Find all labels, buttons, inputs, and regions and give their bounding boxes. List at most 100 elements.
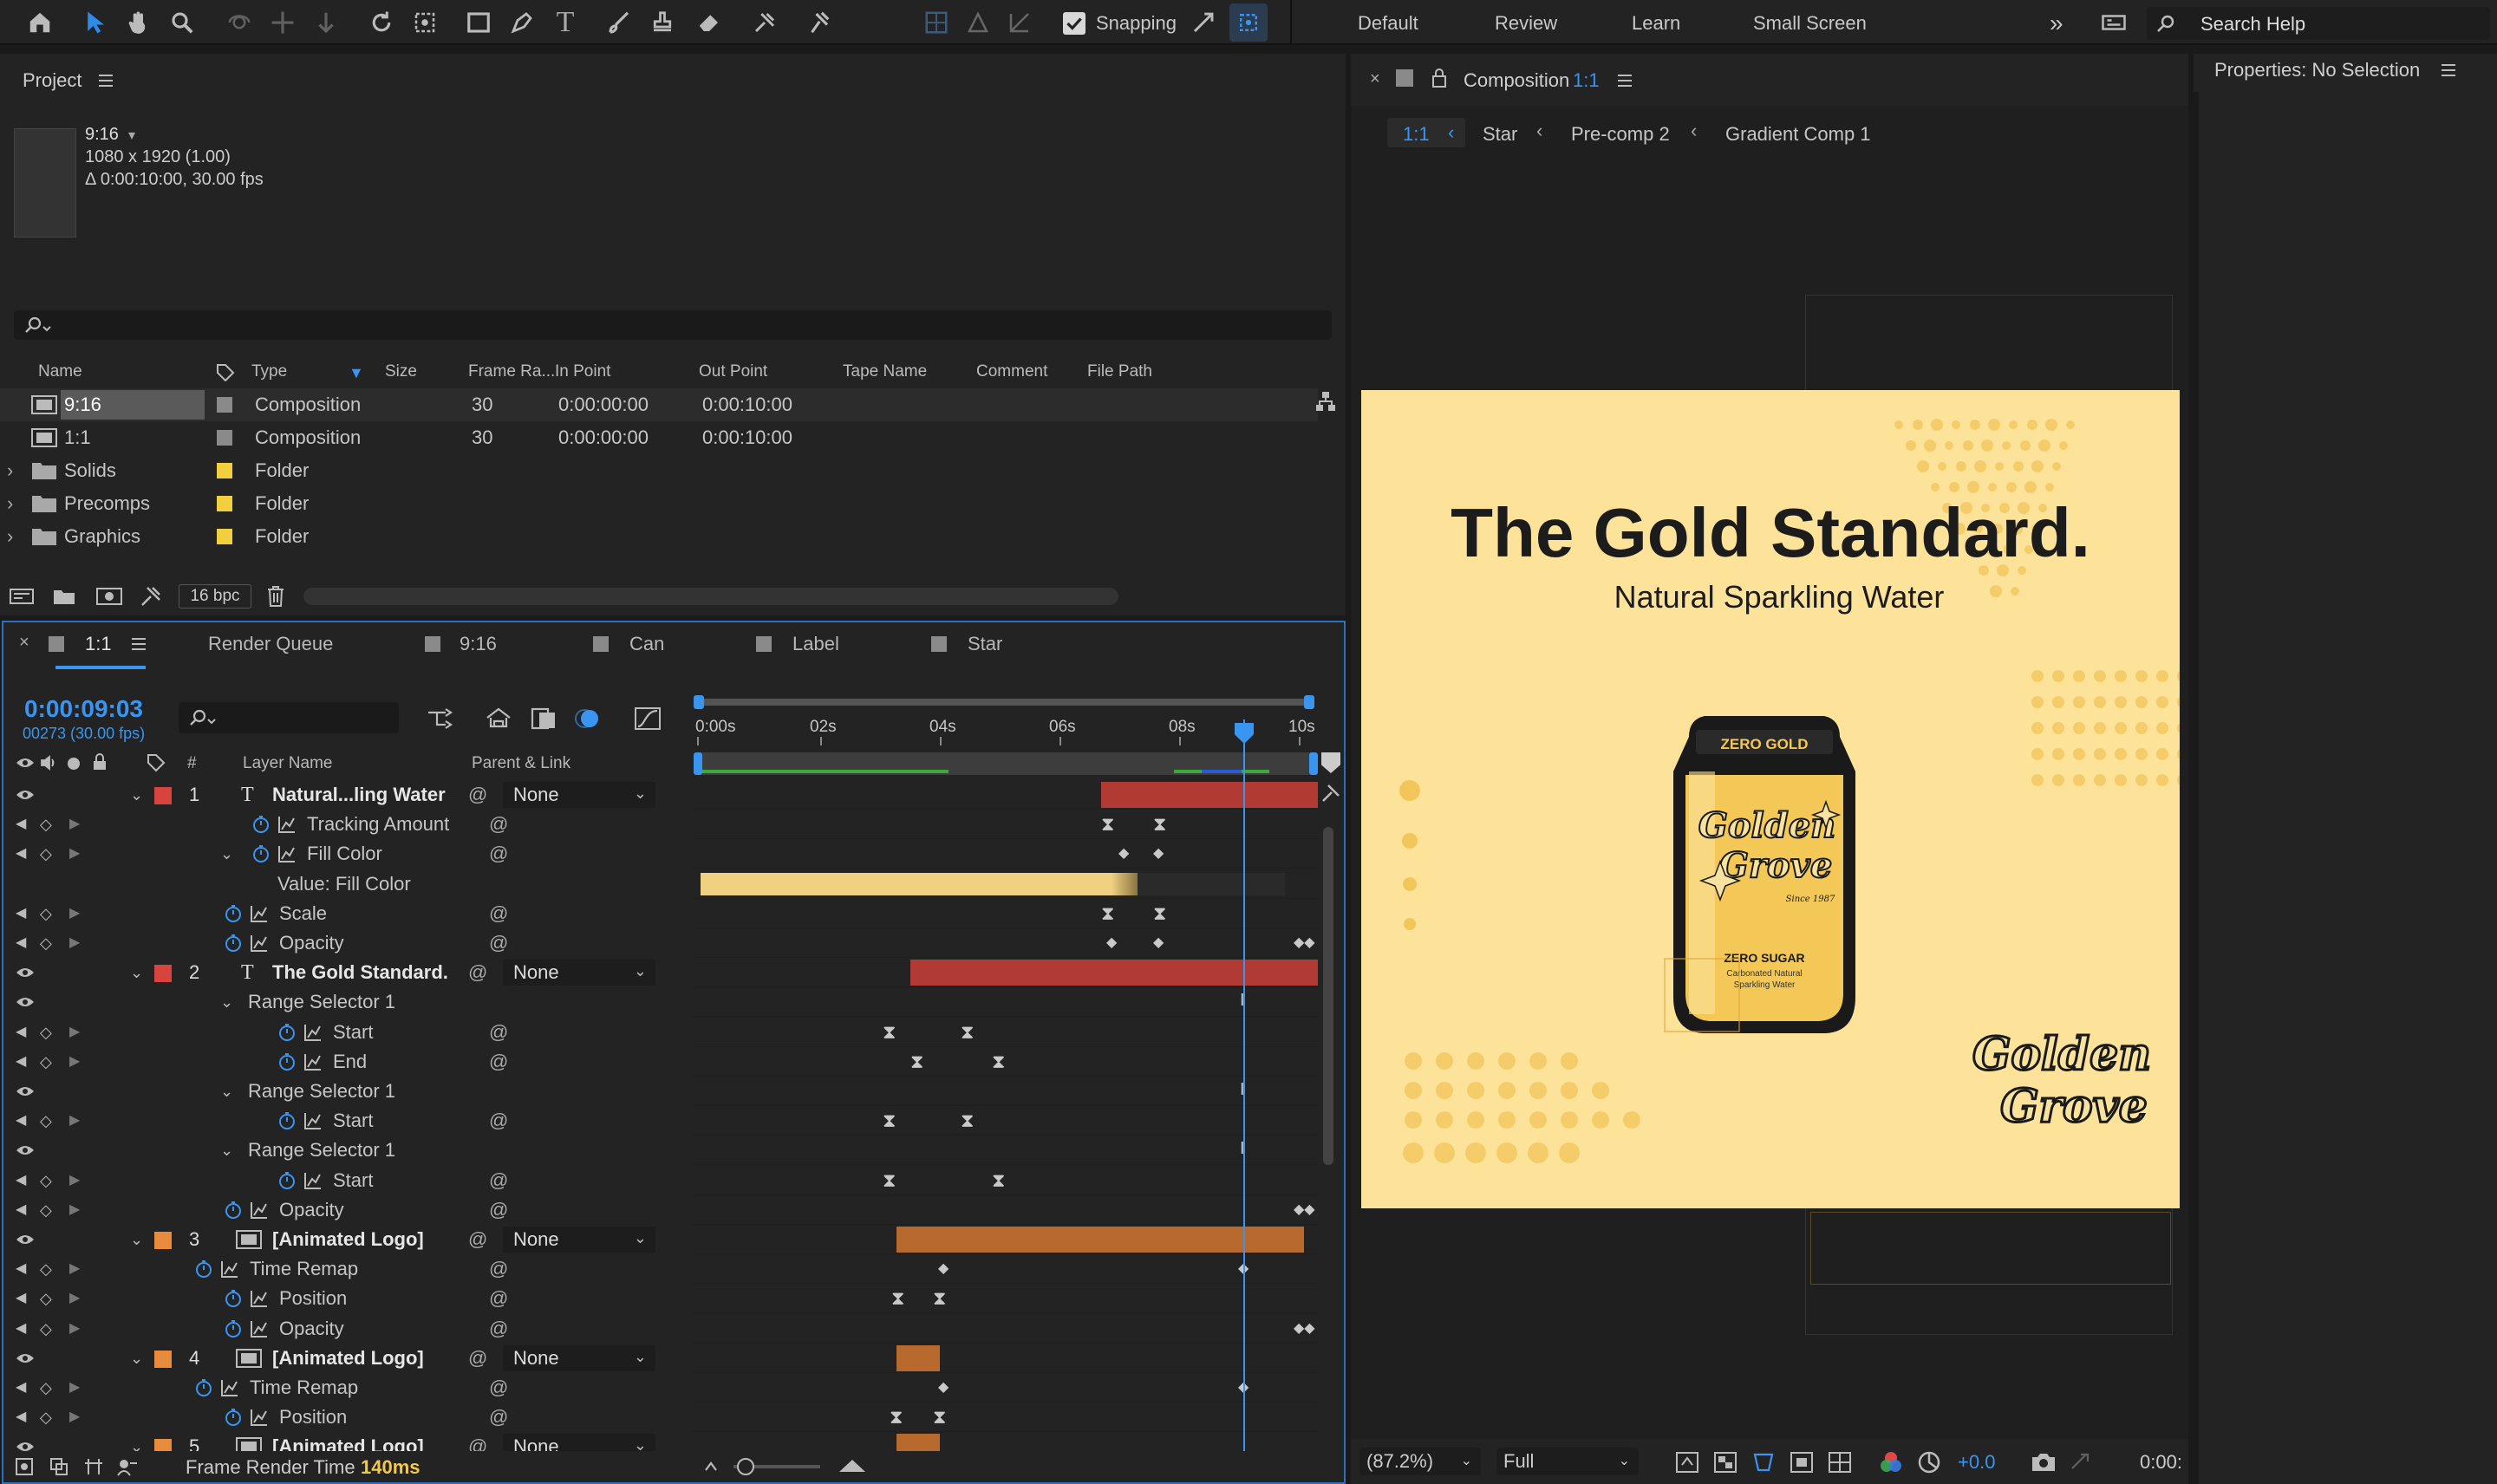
- track-row[interactable]: I: [694, 987, 1318, 1017]
- panel-menu-icon[interactable]: [1616, 73, 1633, 88]
- panel-menu-icon[interactable]: [2440, 62, 2457, 78]
- add-keyframe-icon[interactable]: ◇: [40, 899, 52, 928]
- property-group-name[interactable]: Range Selector 1: [248, 1136, 395, 1165]
- property-group-name[interactable]: Range Selector 1: [248, 987, 395, 1017]
- workspace-review[interactable]: Review: [1495, 0, 1557, 45]
- chevron-down-icon[interactable]: ⌄: [220, 839, 233, 869]
- layer-duration-bar[interactable]: [896, 1345, 940, 1371]
- layer-duration-bar[interactable]: [910, 960, 1318, 986]
- graph-icon[interactable]: [303, 1171, 323, 1190]
- keyframe-marker[interactable]: ◆◆: [1294, 1201, 1315, 1219]
- keyframe-marker[interactable]: ⧗: [1153, 904, 1166, 923]
- workspace-default[interactable]: Default: [1358, 0, 1418, 45]
- color-channels-icon[interactable]: [1878, 1449, 1904, 1475]
- mask-visibility-icon[interactable]: [1751, 1451, 1776, 1474]
- show-snapshot-icon[interactable]: [2069, 1451, 2093, 1474]
- col-file-path[interactable]: File Path: [1087, 362, 1152, 381]
- graph-icon[interactable]: [250, 904, 269, 923]
- add-keyframe-icon[interactable]: ◇: [40, 839, 52, 869]
- keyframe-marker[interactable]: ◆◆: [1294, 1320, 1315, 1338]
- timeline-scrollbar[interactable]: [1320, 806, 1339, 1451]
- exposure-value[interactable]: +0.0: [1958, 1451, 1995, 1474]
- audio-switch-icon[interactable]: [40, 754, 57, 771]
- pickwhip-icon[interactable]: @: [489, 1106, 508, 1136]
- next-keyframe-icon[interactable]: ▶: [69, 1284, 80, 1313]
- label-tag-icon[interactable]: [215, 362, 236, 381]
- chevron-right-icon[interactable]: ›: [7, 454, 13, 487]
- property-name[interactable]: Tracking Amount: [307, 810, 449, 839]
- keyframe-marker[interactable]: ⧗: [933, 1408, 946, 1427]
- transfer-controls-icon[interactable]: [49, 1456, 69, 1477]
- visibility-eye-icon[interactable]: [16, 967, 35, 979]
- keyframe-marker[interactable]: ⧗: [890, 1408, 903, 1427]
- guides-grid-icon[interactable]: [1828, 1451, 1852, 1474]
- property-row[interactable]: ⌄ Range Selector 1: [3, 987, 688, 1017]
- timeline-tracks[interactable]: ⧗⧗◆◆⧗⧗◆◆◆◆I⧗⧗⧗⧗I⧗⧗I⧗⧗◆◆◆◆⧗⧗◆◆◆◆⧗⧗: [694, 780, 1318, 1451]
- motion-blur-icon[interactable]: [572, 706, 602, 732]
- col-parent-link[interactable]: Parent & Link: [472, 754, 570, 773]
- time-ruler[interactable]: 0:00s 02s 04s 06s 08s 10s: [694, 713, 1321, 747]
- col-in-point[interactable]: In Point: [555, 362, 610, 381]
- col-type[interactable]: Type: [251, 362, 287, 381]
- next-keyframe-icon[interactable]: ▶: [69, 899, 80, 928]
- parent-dropdown[interactable]: None ⌄: [503, 960, 655, 986]
- pickwhip-icon[interactable]: @: [489, 899, 508, 928]
- property-row[interactable]: ◀ ◇ ▶ Start @: [3, 1018, 688, 1047]
- property-row[interactable]: ◀ ◇ ▶ Opacity @: [3, 928, 688, 958]
- layer-label-swatch[interactable]: [154, 1351, 172, 1368]
- flowchart-icon[interactable]: [1314, 390, 1337, 413]
- stopwatch-icon[interactable]: [277, 1052, 297, 1071]
- keyframe-marker[interactable]: ⧗: [883, 1171, 896, 1190]
- more-workspaces-icon[interactable]: »: [2050, 0, 2063, 45]
- parent-dropdown[interactable]: None ⌄: [503, 782, 655, 808]
- pickwhip-icon[interactable]: @: [489, 839, 508, 869]
- prev-keyframe-icon[interactable]: ◀: [16, 1403, 26, 1432]
- col-frame-rate[interactable]: Frame Ra...: [468, 362, 555, 381]
- next-keyframe-icon[interactable]: ▶: [69, 1106, 80, 1136]
- layer-duration-bar[interactable]: [1101, 782, 1318, 808]
- zoom-dropdown[interactable]: (87.2%) ⌄: [1359, 1448, 1481, 1475]
- col-name[interactable]: Name: [38, 362, 82, 381]
- close-tab-icon[interactable]: ×: [1370, 69, 1380, 89]
- add-keyframe-icon[interactable]: ◇: [40, 1314, 52, 1344]
- add-keyframe-icon[interactable]: ◇: [40, 1018, 52, 1047]
- tab-can[interactable]: Can: [629, 633, 664, 655]
- search-help-field[interactable]: Search Help: [2147, 7, 2490, 40]
- project-item[interactable]: › Graphics Folder: [0, 520, 1318, 553]
- add-keyframe-icon[interactable]: ◇: [40, 928, 52, 958]
- property-row[interactable]: ◀ ◇ ▶ Tracking Amount @: [3, 810, 688, 839]
- property-name[interactable]: Fill Color: [307, 839, 382, 869]
- pickwhip-icon[interactable]: @: [468, 958, 487, 987]
- add-keyframe-icon[interactable]: ◇: [40, 1166, 52, 1195]
- pickwhip-icon[interactable]: @: [489, 1284, 508, 1313]
- track-row[interactable]: [694, 780, 1318, 810]
- track-row[interactable]: ⧗ ⧗: [694, 899, 1318, 928]
- pen-tool-icon[interactable]: [503, 3, 541, 42]
- workspace-learn[interactable]: Learn: [1632, 0, 1680, 45]
- prev-keyframe-icon[interactable]: ◀: [16, 1373, 26, 1403]
- prev-keyframe-icon[interactable]: ◀: [16, 899, 26, 928]
- property-name[interactable]: Time Remap: [250, 1373, 358, 1403]
- keyframe-marker[interactable]: ⧗: [933, 1289, 946, 1308]
- align-grid-icon[interactable]: [917, 3, 955, 42]
- property-row[interactable]: ◀ ◇ ▶ Opacity @: [3, 1314, 688, 1344]
- visibility-eye-icon[interactable]: [16, 1352, 35, 1364]
- timeline-zoom-slider[interactable]: [733, 1458, 820, 1475]
- prev-keyframe-icon[interactable]: ◀: [16, 1314, 26, 1344]
- orbit-tool-icon[interactable]: [220, 3, 258, 42]
- fast-previews-icon[interactable]: [1675, 1451, 1699, 1474]
- chevron-down-icon[interactable]: ⌄: [220, 1136, 233, 1165]
- property-row[interactable]: ◀ ◇ ▶ ⌄ Fill Color @: [3, 839, 688, 869]
- zoom-out-icon[interactable]: [702, 1458, 720, 1474]
- keyframe-marker[interactable]: ⧗: [1153, 815, 1166, 834]
- prev-keyframe-icon[interactable]: ◀: [16, 839, 26, 869]
- track-row[interactable]: I: [694, 1136, 1318, 1165]
- next-keyframe-icon[interactable]: ▶: [69, 1195, 80, 1225]
- layer-row[interactable]: ⌄ 3 [Animated Logo] @ None ⌄: [3, 1225, 688, 1254]
- property-name[interactable]: End: [333, 1047, 367, 1077]
- pickwhip-icon[interactable]: @: [489, 1166, 508, 1195]
- property-row[interactable]: ◀ ◇ ▶ Scale @: [3, 899, 688, 928]
- stopwatch-icon[interactable]: [251, 815, 271, 834]
- solo-switch-icon[interactable]: [68, 758, 80, 770]
- track-row[interactable]: ⧗ ⧗: [694, 1403, 1318, 1432]
